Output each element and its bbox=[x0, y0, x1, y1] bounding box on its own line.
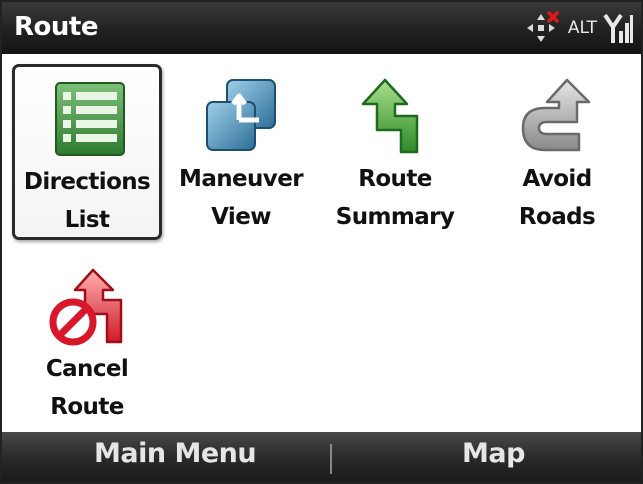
menu-item-label: Avoid Roads bbox=[518, 166, 596, 230]
data-connection-off-icon bbox=[526, 10, 560, 42]
title-bar: Route ALT bbox=[2, 2, 641, 54]
screen: Route ALT Directions List Maneuver View … bbox=[0, 0, 643, 484]
menu-item-directions-list[interactable]: Directions List bbox=[12, 64, 162, 240]
menu-item-avoid-roads[interactable]: Avoid Roads bbox=[482, 64, 632, 240]
menu-item-label: Maneuver View bbox=[179, 166, 303, 230]
cancel-route-icon bbox=[49, 268, 123, 346]
status-area: ALT bbox=[524, 8, 633, 48]
list-icon bbox=[55, 82, 125, 156]
turn-arrow-icon bbox=[206, 79, 276, 151]
gray-route-arrow-icon bbox=[521, 78, 591, 152]
softkey-divider bbox=[330, 444, 332, 474]
menu-item-cancel-route[interactable]: Cancel Route bbox=[12, 254, 162, 430]
menu-item-label: Directions List bbox=[23, 169, 151, 233]
map-softkey[interactable]: Map bbox=[462, 438, 525, 469]
page-title: Route bbox=[14, 12, 98, 42]
menu-item-route-summary[interactable]: Route Summary bbox=[320, 64, 470, 240]
menu-item-label: Route Summary bbox=[335, 166, 455, 230]
menu-item-label: Cancel Route bbox=[45, 356, 129, 420]
main-menu-softkey[interactable]: Main Menu bbox=[94, 438, 257, 469]
menu-item-maneuver-view[interactable]: Maneuver View bbox=[166, 64, 316, 240]
green-route-arrow-icon bbox=[361, 78, 419, 154]
signal-strength-icon bbox=[603, 13, 633, 43]
alt-indicator: ALT bbox=[567, 18, 597, 38]
softkey-bar: Main Menu Map bbox=[2, 432, 641, 482]
